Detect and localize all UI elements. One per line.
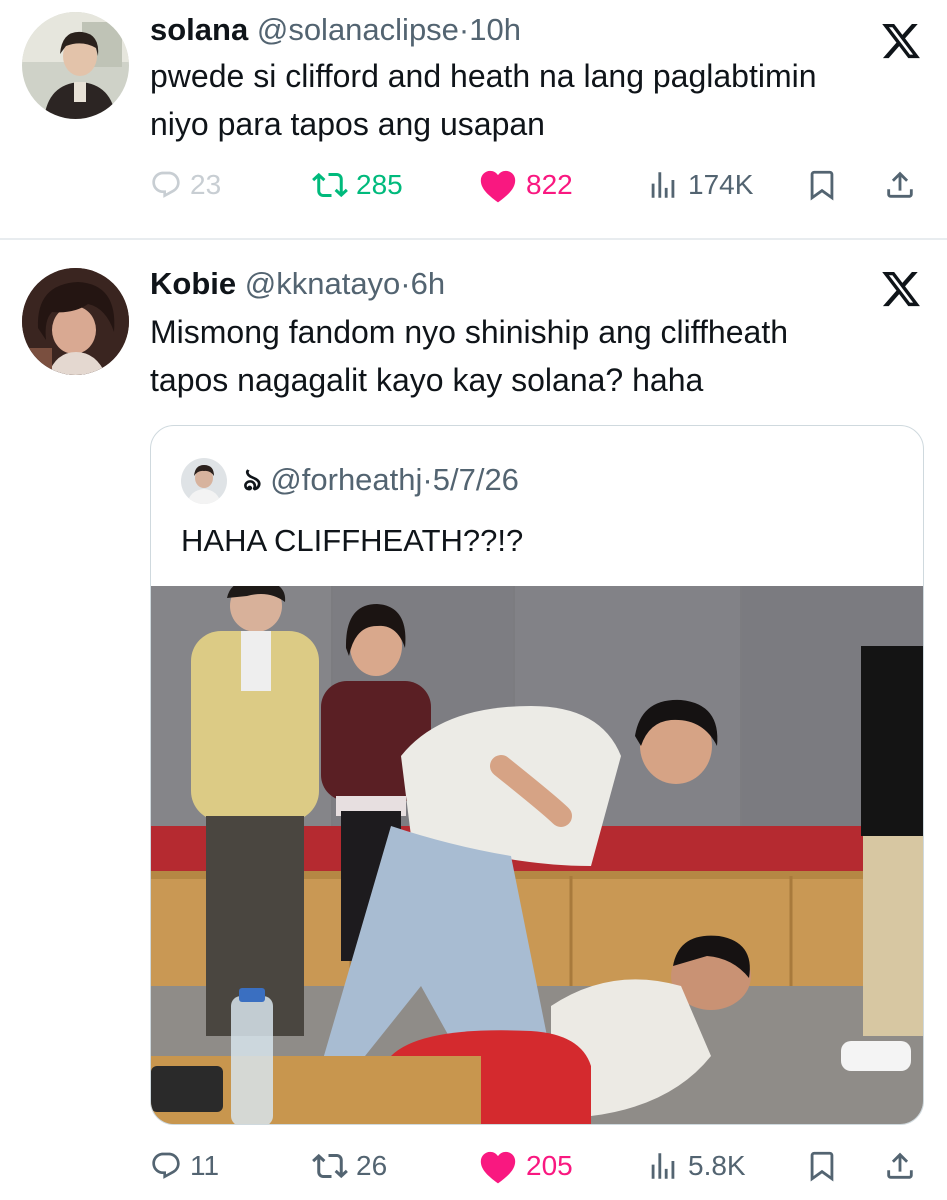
tweet-text-line: Mismong fandom nyo shiniship ang cliffhe… [150,314,788,350]
share-button[interactable] [883,1144,917,1188]
tweet-text: Mismong fandom nyo shiniship ang cliffhe… [150,308,788,404]
like-count: 205 [526,1150,573,1181]
views-icon [651,1153,675,1179]
quote-date[interactable]: 5/7/26 [433,462,519,497]
views-count: 174K [688,169,754,200]
tweet-header: Kobie @kknatayo·6h [150,266,445,302]
retweet-count: 26 [356,1150,388,1181]
reply-icon [152,171,180,198]
tweet-text-line: tapos nagagalit kayo kay solana? haha [150,362,704,398]
author-name[interactable]: Kobie [150,266,236,301]
bookmark-button[interactable] [805,1144,839,1188]
tweet-solana[interactable]: solana @solanaclipse·10h pwede si cliffo… [0,0,947,238]
quote-display-name[interactable]: ঌ [243,462,262,497]
like-button[interactable]: 205 [478,1144,573,1188]
views-icon [651,172,675,198]
quote-header: ঌ @forheathj·5/7/26 [243,462,519,498]
tweet-text-line: niyo para tapos ang usapan [150,106,545,142]
avatar-solana[interactable] [22,12,129,119]
avatar-kobie[interactable] [22,268,129,375]
retweet-button[interactable]: 26 [312,1144,387,1188]
views-button[interactable]: 174K [646,163,753,207]
retweet-count: 285 [356,169,403,200]
separator: · [458,12,470,47]
quote-text: HAHA CLIFFHEATH??!? [181,523,524,558]
retweet-button[interactable]: 285 [312,163,403,207]
bookmark-icon [810,1151,834,1182]
quote-handle[interactable]: @forheathj [270,462,422,497]
reply-icon [152,1152,180,1179]
bookmark-button[interactable] [805,163,839,207]
action-bar: 23 285 822 174K [150,163,925,207]
retweet-icon [312,1153,348,1179]
tweet-header: solana @solanaclipse·10h [150,12,521,48]
tweet-text-line: pwede si clifford and heath na lang pagl… [150,58,817,94]
author-handle[interactable]: @kknatayo [245,266,401,301]
timestamp[interactable]: 6h [411,266,445,301]
share-icon [887,1152,913,1179]
retweet-icon [312,172,348,198]
reply-count: 23 [190,169,222,200]
like-count: 822 [526,169,573,200]
like-button[interactable]: 822 [478,163,573,207]
share-icon [887,171,913,198]
heart-icon [480,1151,516,1184]
quoted-tweet[interactable]: ঌ @forheathj·5/7/26 HAHA CLIFFHEATH??!? [150,425,924,1125]
views-button[interactable]: 5.8K [646,1144,746,1188]
x-logo-icon [882,23,920,59]
x-logo-icon [882,271,920,307]
share-button[interactable] [883,163,917,207]
reply-button[interactable]: 23 [150,163,221,207]
action-bar: 11 26 205 5.8K [150,1144,925,1188]
author-handle[interactable]: @solanaclipse [257,12,459,47]
tweet-text: pwede si clifford and heath na lang pagl… [150,52,817,148]
reply-button[interactable]: 11 [150,1144,219,1188]
separator: · [422,462,433,497]
timestamp[interactable]: 10h [469,12,521,47]
views-count: 5.8K [688,1150,746,1181]
reply-count: 11 [190,1150,220,1181]
separator: · [400,266,411,301]
bookmark-icon [810,170,834,201]
author-name[interactable]: solana [150,12,248,47]
heart-icon [480,170,516,203]
quote-photo[interactable] [151,586,924,1125]
avatar-forheathj[interactable] [181,458,227,504]
